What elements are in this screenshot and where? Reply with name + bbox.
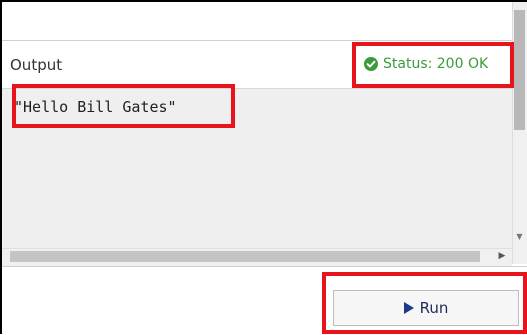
horizontal-scrollbar-thumb[interactable] (10, 251, 480, 262)
check-circle-icon (364, 57, 378, 71)
status-indicator: Status: 200 OK (364, 56, 488, 72)
play-icon (403, 302, 414, 314)
scroll-down-arrow-icon[interactable]: ▼ (515, 232, 524, 241)
run-button[interactable]: Run (333, 290, 519, 326)
vertical-scrollbar-thumb[interactable] (514, 10, 525, 130)
run-button-label: Run (419, 299, 449, 317)
status-text: Status: 200 OK (383, 56, 489, 72)
output-label: Output (10, 56, 63, 74)
output-text: "Hello Bill Gates" (14, 98, 177, 116)
scroll-right-arrow-icon[interactable]: ▶ (496, 251, 508, 262)
top-area (2, 2, 512, 40)
top-divider (2, 40, 512, 41)
